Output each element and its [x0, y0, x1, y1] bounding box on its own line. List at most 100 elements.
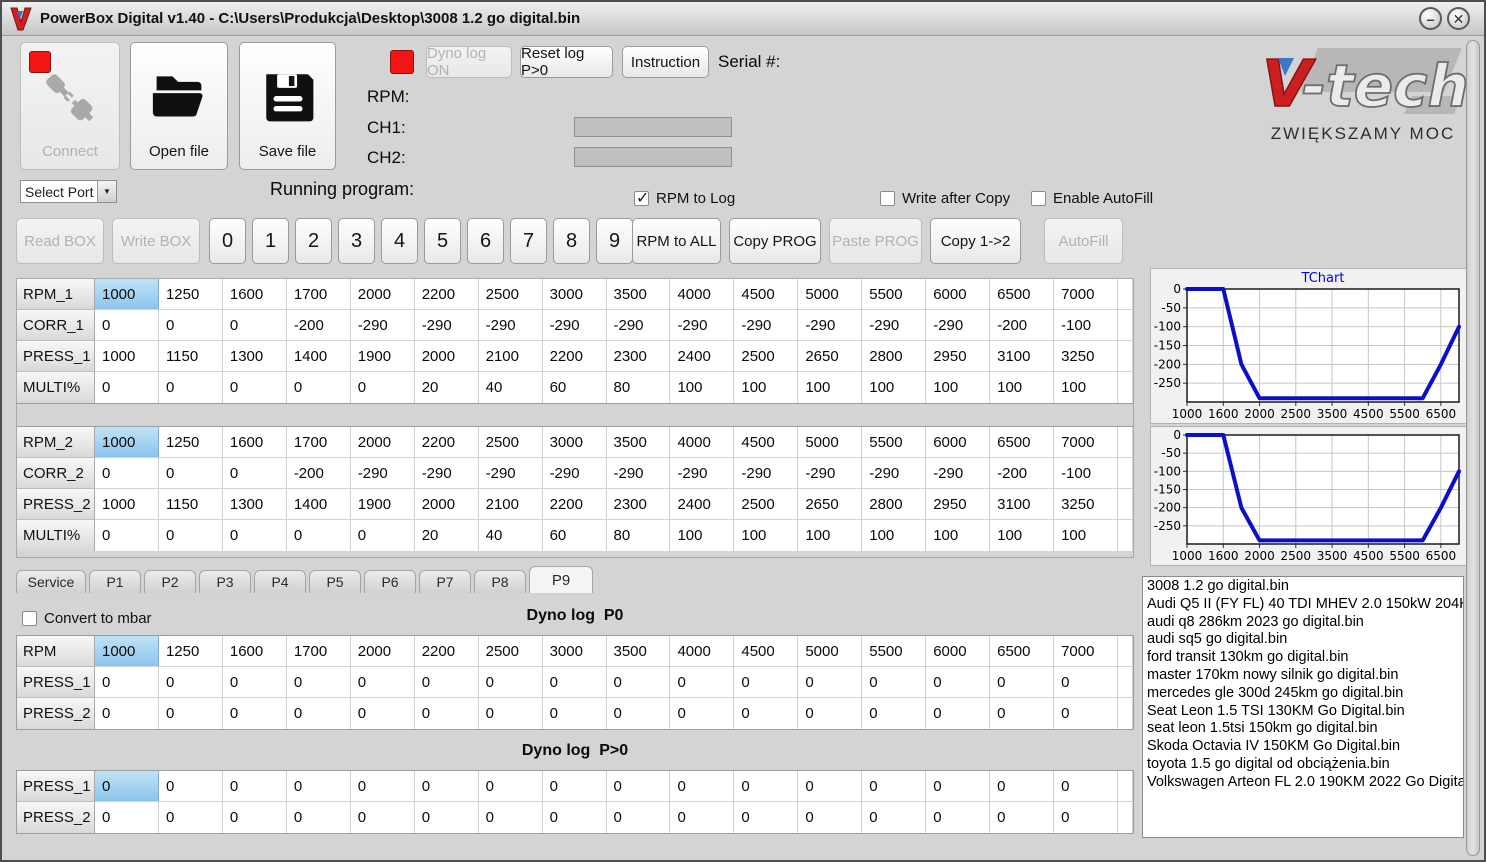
cell-press_2-5[interactable]: 0 [414, 802, 479, 833]
cell-corr_2-1[interactable]: 0 [158, 458, 223, 489]
program-button-9[interactable]: 9 [596, 218, 633, 264]
tab-p9[interactable]: P9 [529, 566, 593, 593]
cell-press_2-4[interactable]: 1900 [350, 489, 415, 520]
cell-press_1-8[interactable]: 0 [606, 667, 671, 698]
cell-press_1-7[interactable]: 0 [542, 771, 607, 802]
cell-rpm_1-14[interactable]: 6500 [990, 279, 1055, 310]
cell-press_1-13[interactable]: 2950 [926, 341, 991, 372]
cell-press_2-15[interactable]: 0 [1054, 802, 1118, 833]
cell-press_2-0[interactable]: 0 [95, 698, 159, 729]
cell-corr_1-8[interactable]: -290 [606, 310, 671, 341]
tab-service[interactable]: Service [16, 570, 86, 593]
cell-press_2-10[interactable]: 0 [734, 802, 799, 833]
paste-prog-button[interactable]: Paste PROG [829, 218, 922, 264]
cell-press_1-6[interactable]: 0 [478, 667, 543, 698]
cell-press_2-9[interactable]: 0 [670, 698, 735, 729]
cell-multi%-15[interactable]: 100 [1054, 520, 1118, 551]
cell-press_2-11[interactable]: 0 [798, 698, 863, 729]
cell-press_1-11[interactable]: 2650 [798, 341, 863, 372]
cell-multi%-10[interactable]: 100 [734, 372, 799, 403]
cell-press_1-1[interactable]: 1150 [158, 341, 223, 372]
cell-multi%-0[interactable]: 0 [95, 520, 159, 551]
cell-rpm_1-0[interactable]: 1000 [95, 279, 159, 310]
cell-press_1-8[interactable]: 0 [606, 771, 671, 802]
cell-press_2-1[interactable]: 0 [158, 698, 223, 729]
cell-rpm_1-3[interactable]: 1700 [286, 279, 351, 310]
enable-autofill-checkbox[interactable]: Enable AutoFill [1031, 190, 1153, 207]
cell-corr_2-8[interactable]: -290 [606, 458, 671, 489]
cell-press_1-11[interactable]: 0 [798, 771, 863, 802]
dyno-log-on-button[interactable]: Dyno log ON [426, 45, 512, 79]
program-button-7[interactable]: 7 [510, 218, 547, 264]
cell-press_1-0[interactable]: 1000 [95, 341, 159, 372]
cell-press_2-0[interactable]: 1000 [95, 489, 159, 520]
cell-rpm_2-5[interactable]: 2200 [414, 427, 479, 458]
cell-press_1-12[interactable]: 0 [862, 667, 927, 698]
close-button[interactable]: ✕ [1447, 7, 1470, 30]
write-after-copy-checkbox[interactable]: Write after Copy [880, 190, 1010, 207]
cell-corr_1-14[interactable]: -200 [990, 310, 1055, 341]
cell-rpm_2-11[interactable]: 5000 [798, 427, 863, 458]
cell-corr_2-2[interactable]: 0 [222, 458, 287, 489]
cell-rpm_2-0[interactable]: 1000 [95, 427, 159, 458]
cell-press_2-11[interactable]: 0 [798, 802, 863, 833]
cell-press_2-11[interactable]: 2650 [798, 489, 863, 520]
cell-press_1-14[interactable]: 0 [990, 771, 1055, 802]
cell-press_1-15[interactable]: 0 [1054, 771, 1118, 802]
cell-rpm-10[interactable]: 4500 [734, 636, 799, 667]
cell-press_1-3[interactable]: 0 [286, 667, 351, 698]
autofill-button[interactable]: AutoFill [1044, 218, 1123, 264]
cell-press_1-3[interactable]: 0 [286, 771, 351, 802]
cell-press_1-0[interactable]: 0 [95, 667, 159, 698]
cell-corr_2-6[interactable]: -290 [478, 458, 543, 489]
file-list[interactable]: 3008 1.2 go digital.bin Audi Q5 II (FY FL… [1142, 576, 1464, 838]
cell-rpm-7[interactable]: 3000 [542, 636, 607, 667]
cell-multi%-12[interactable]: 100 [862, 520, 927, 551]
cell-corr_2-9[interactable]: -290 [670, 458, 735, 489]
cell-multi%-4[interactable]: 0 [350, 520, 415, 551]
cell-rpm_2-2[interactable]: 1600 [222, 427, 287, 458]
cell-press_2-12[interactable]: 0 [862, 802, 927, 833]
cell-multi%-7[interactable]: 60 [542, 520, 607, 551]
cell-press_2-3[interactable]: 1400 [286, 489, 351, 520]
cell-press_2-13[interactable]: 2950 [926, 489, 991, 520]
cell-press_2-4[interactable]: 0 [350, 802, 415, 833]
cell-press_1-5[interactable]: 0 [414, 771, 479, 802]
cell-press_2-6[interactable]: 2100 [478, 489, 543, 520]
cell-press_1-10[interactable]: 2500 [734, 341, 799, 372]
cell-multi%-14[interactable]: 100 [990, 372, 1055, 403]
cell-press_2-2[interactable]: 0 [222, 698, 287, 729]
cell-multi%-13[interactable]: 100 [926, 520, 991, 551]
cell-press_1-2[interactable]: 0 [222, 667, 287, 698]
cell-corr_2-7[interactable]: -290 [542, 458, 607, 489]
cell-corr_1-4[interactable]: -290 [350, 310, 415, 341]
checkbox-box[interactable] [634, 188, 649, 208]
cell-corr_2-11[interactable]: -290 [798, 458, 863, 489]
cell-rpm-8[interactable]: 3500 [606, 636, 671, 667]
cell-corr_1-3[interactable]: -200 [286, 310, 351, 341]
cell-corr_1-11[interactable]: -290 [798, 310, 863, 341]
cell-rpm_2-12[interactable]: 5500 [862, 427, 927, 458]
cell-rpm-15[interactable]: 7000 [1054, 636, 1118, 667]
cell-press_2-12[interactable]: 0 [862, 698, 927, 729]
copy-1-to-2-button[interactable]: Copy 1->2 [930, 218, 1021, 264]
file-list-item[interactable]: Skoda Octavia IV 150KM Go Digital.bin [1147, 738, 1459, 756]
cell-press_2-14[interactable]: 0 [990, 802, 1055, 833]
cell-rpm_2-6[interactable]: 2500 [478, 427, 543, 458]
cell-press_1-8[interactable]: 2300 [606, 341, 671, 372]
cell-rpm-12[interactable]: 5500 [862, 636, 927, 667]
cell-multi%-2[interactable]: 0 [222, 520, 287, 551]
cell-press_1-15[interactable]: 0 [1054, 667, 1118, 698]
tab-p8[interactable]: P8 [474, 570, 526, 593]
checkbox-box[interactable] [880, 191, 895, 206]
cell-rpm_1-13[interactable]: 6000 [926, 279, 991, 310]
cell-press_2-3[interactable]: 0 [286, 802, 351, 833]
cell-press_1-6[interactable]: 0 [478, 771, 543, 802]
cell-corr_1-9[interactable]: -290 [670, 310, 735, 341]
cell-press_2-1[interactable]: 0 [158, 802, 223, 833]
cell-press_2-5[interactable]: 0 [414, 698, 479, 729]
cell-multi%-8[interactable]: 80 [606, 372, 671, 403]
cell-corr_2-3[interactable]: -200 [286, 458, 351, 489]
program-button-8[interactable]: 8 [553, 218, 590, 264]
cell-press_1-15[interactable]: 3250 [1054, 341, 1118, 372]
